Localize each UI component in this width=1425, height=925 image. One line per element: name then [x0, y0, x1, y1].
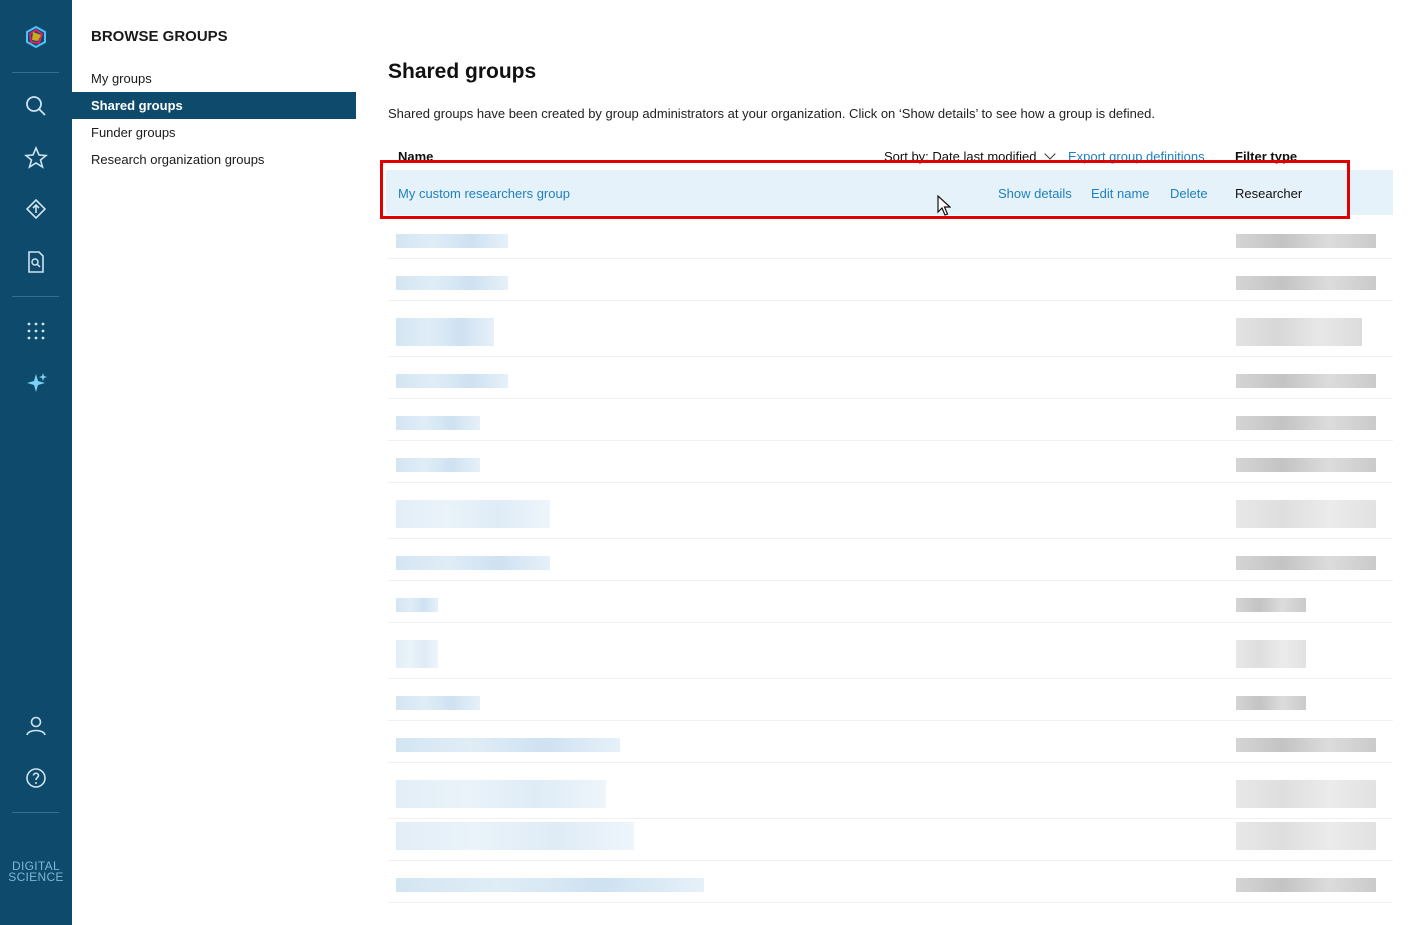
row-divider [388, 482, 1393, 483]
main-content: Shared groups Shared groups have been cr… [356, 0, 1425, 925]
row-divider [388, 258, 1393, 259]
row-divider [388, 300, 1393, 301]
document-search-icon[interactable] [24, 250, 48, 274]
nav-item-research-organization-groups[interactable]: Research organization groups [72, 146, 356, 173]
annotation-highlight-box [380, 160, 1350, 219]
row-divider [388, 720, 1393, 721]
star-icon[interactable] [24, 146, 48, 170]
row-divider [388, 398, 1393, 399]
browse-groups-panel: BROWSE GROUPS My groups Shared groups Fu… [72, 0, 356, 925]
upload-icon[interactable] [24, 198, 48, 222]
rail-divider [12, 296, 59, 297]
mouse-cursor-icon [937, 195, 951, 216]
panel-title: BROWSE GROUPS [91, 28, 228, 45]
brand-label: DIGITAL SCIENCE [8, 859, 64, 884]
row-divider [388, 818, 1393, 819]
row-divider [388, 622, 1393, 623]
nav-item-shared-groups[interactable]: Shared groups [72, 92, 356, 119]
row-divider [388, 762, 1393, 763]
row-divider [388, 538, 1393, 539]
chevron-down-icon [1044, 148, 1056, 160]
row-divider [388, 580, 1393, 581]
search-icon[interactable] [24, 94, 48, 118]
nav-item-my-groups[interactable]: My groups [72, 65, 356, 92]
row-divider [388, 678, 1393, 679]
user-icon[interactable] [24, 714, 48, 738]
icon-rail: DIGITAL SCIENCE [0, 0, 72, 925]
page-description: Shared groups have been created by group… [388, 106, 1155, 121]
rail-divider [12, 72, 59, 73]
help-icon[interactable] [24, 766, 48, 790]
apps-grid-icon[interactable] [24, 319, 48, 343]
sparkle-icon[interactable] [24, 371, 48, 395]
row-divider [388, 356, 1393, 357]
row-divider [388, 440, 1393, 441]
logo-icon[interactable] [24, 25, 48, 49]
row-divider [388, 902, 1393, 903]
nav-item-funder-groups[interactable]: Funder groups [72, 119, 356, 146]
row-divider [388, 860, 1393, 861]
page-title: Shared groups [388, 60, 537, 83]
rail-divider [12, 812, 59, 813]
